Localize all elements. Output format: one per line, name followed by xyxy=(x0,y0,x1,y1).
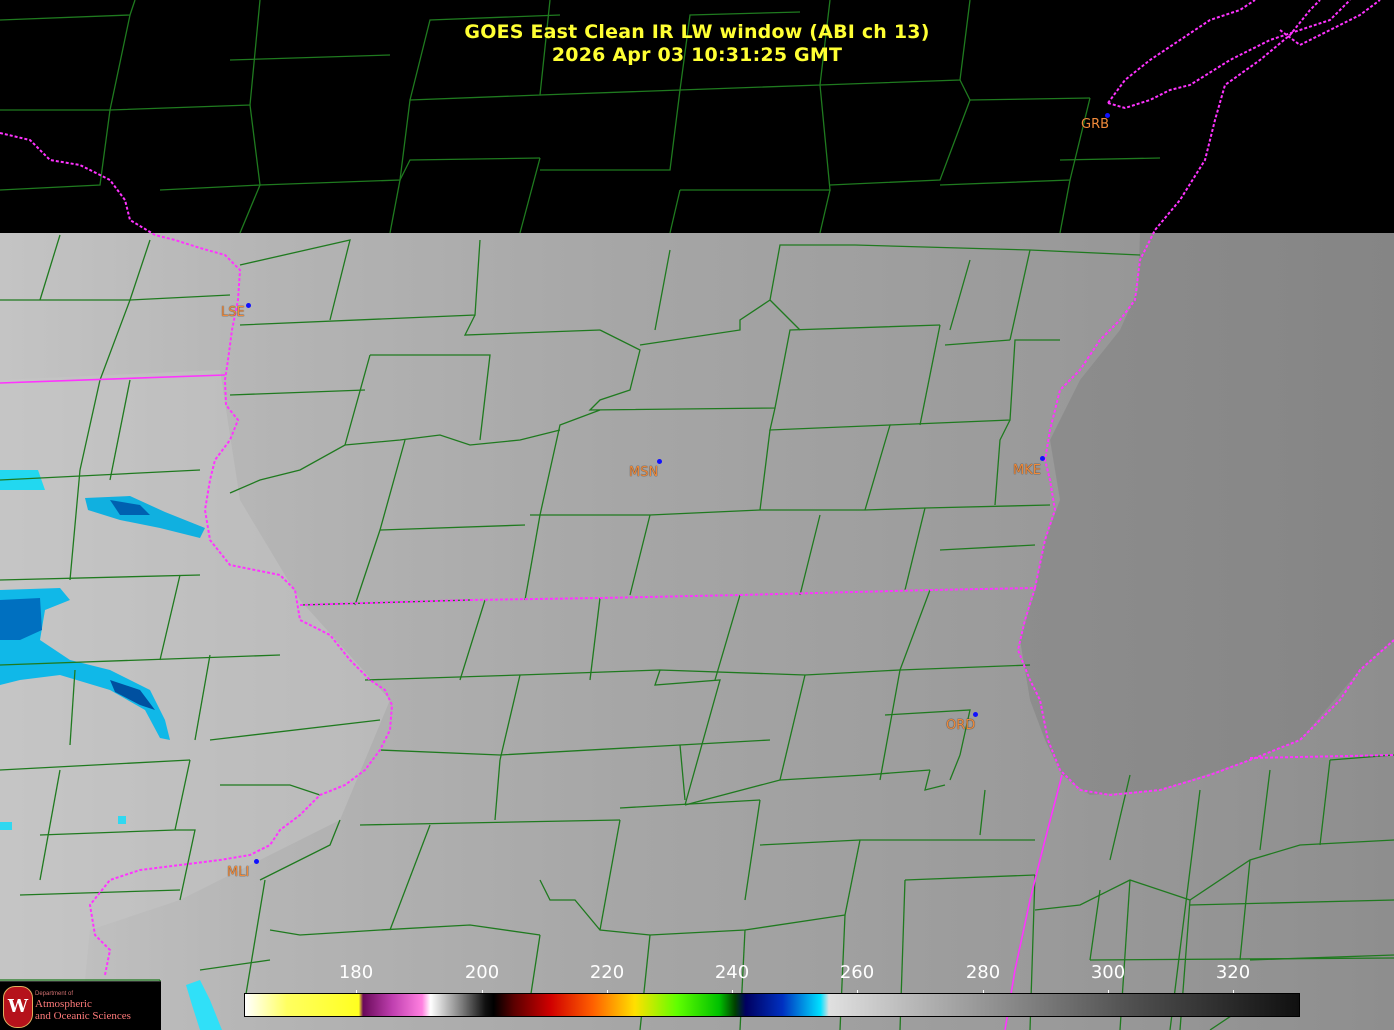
colorbar-tick-label: 260 xyxy=(839,962,875,983)
image-timestamp: 2026 Apr 03 10:31:25 GMT xyxy=(551,44,843,66)
colorbar-gradient xyxy=(244,993,1300,1017)
colorbar-tick-label: 180 xyxy=(338,962,374,983)
uw-crest-icon: W xyxy=(3,986,33,1028)
logo-name-line1: Atmospheric xyxy=(35,998,92,1010)
image-title: GOES East Clean IR LW window (ABI ch 13) xyxy=(464,21,930,43)
station-dot-lse xyxy=(246,303,251,308)
station-dot-mke xyxy=(1040,456,1045,461)
colorbar-tick-label: 300 xyxy=(1090,962,1126,983)
station-label-mli: MLI xyxy=(227,865,250,880)
colorbar-tick-label: 220 xyxy=(589,962,625,983)
colorbar-tick-label: 280 xyxy=(965,962,1001,983)
station-label-msn: MSN xyxy=(629,465,659,480)
station-dot-mli xyxy=(254,859,259,864)
station-label-lse: LSE xyxy=(221,305,245,320)
station-label-grb: GRB xyxy=(1081,117,1110,132)
colorbar-tick-label: 240 xyxy=(714,962,750,983)
station-label-ord: ORD xyxy=(946,718,976,733)
logo-name-line2: and Oceanic Sciences xyxy=(35,1010,131,1022)
station-dot-msn xyxy=(657,459,662,464)
station-label-mke: MKE xyxy=(1013,463,1041,478)
satellite-image-viewer: GOES East Clean IR LW window (ABI ch 13)… xyxy=(0,0,1394,1030)
satellite-map xyxy=(0,0,1394,1030)
aos-logo: W Department of Atmospheric and Oceanic … xyxy=(0,981,161,1030)
logo-department: Department of xyxy=(35,991,74,997)
colorbar-tick-label: 200 xyxy=(464,962,500,983)
colorbar-tick-label: 320 xyxy=(1215,962,1251,983)
station-dot-ord xyxy=(973,712,978,717)
